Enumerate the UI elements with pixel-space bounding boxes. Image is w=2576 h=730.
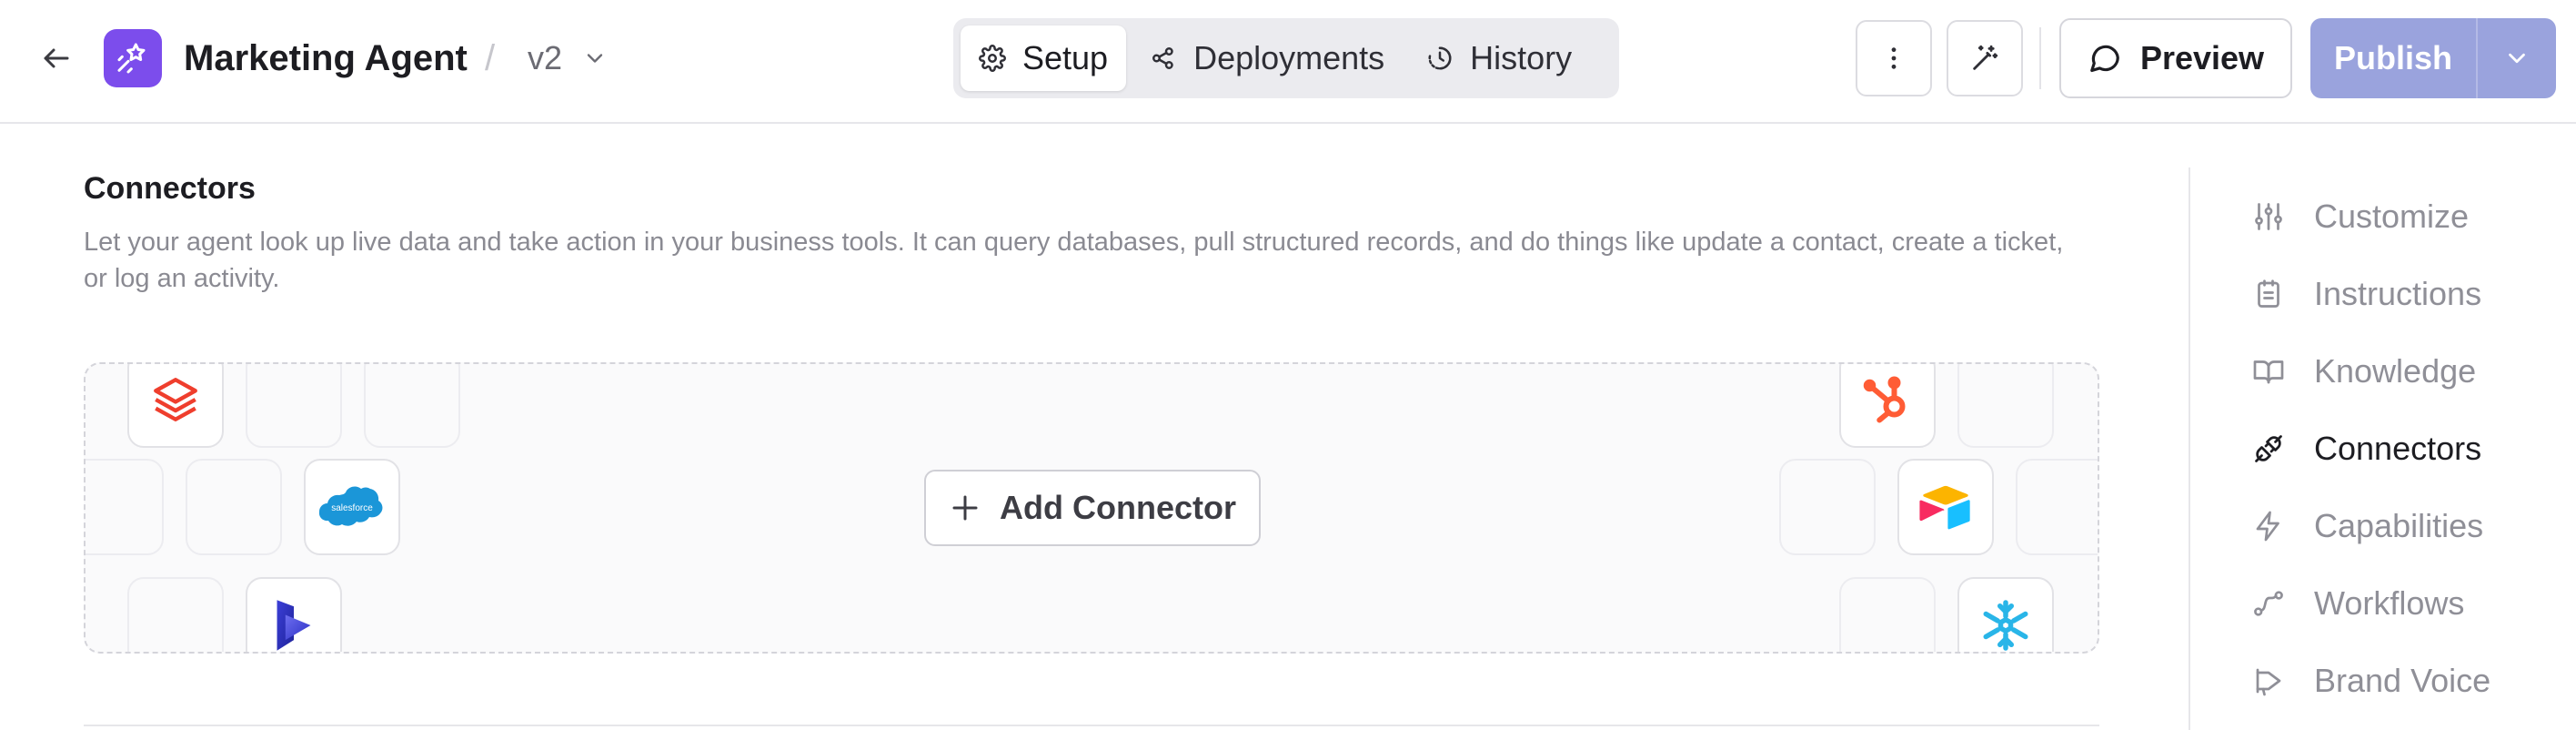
nav-item-brand-voice[interactable]: Brand Voice <box>2250 652 2490 710</box>
share-nodes-icon <box>1152 47 1173 69</box>
magic-wand-button[interactable] <box>1947 20 2023 96</box>
add-connector-label: Add Connector <box>1000 489 1236 526</box>
nav-item-workflows[interactable]: Workflows <box>2250 574 2464 633</box>
airtable-tile <box>1897 459 1994 555</box>
publish-split-button: Publish <box>2310 18 2556 98</box>
databricks-tile <box>127 364 224 448</box>
megaphone-icon <box>2256 668 2281 696</box>
main-tabs: Setup Deployments History <box>953 18 1619 98</box>
nav-item-label: Instructions <box>2314 275 2482 312</box>
airtable-icon <box>1919 485 1970 530</box>
nav-item-label: Workflows <box>2314 584 2465 622</box>
connectors-heading: Connectors <box>84 171 256 206</box>
empty-tile <box>1779 459 1876 555</box>
connector-dropzone: salesforce Add Connector <box>84 362 2099 654</box>
hubspot-tile <box>1839 364 1936 448</box>
tab-deployments[interactable]: Deployments <box>1132 25 1403 91</box>
more-options-button[interactable] <box>1856 20 1932 96</box>
magic-wand-stars-icon <box>117 43 146 74</box>
chat-bubble-icon <box>2090 45 2119 73</box>
empty-tile <box>186 459 282 555</box>
salesforce-wordmark: salesforce <box>331 503 373 513</box>
tab-setup-label: Setup <box>1022 39 1109 76</box>
nav-item-label: Customize <box>2314 198 2470 235</box>
nav-item-knowledge[interactable]: Knowledge <box>2250 342 2476 400</box>
version-selector[interactable]: v2 <box>528 35 608 82</box>
tab-setup[interactable]: Setup <box>961 25 1127 91</box>
workflow-icon <box>2254 591 2283 616</box>
magic-wand-icon <box>1973 45 1998 70</box>
empty-tile <box>1957 364 2054 448</box>
back-button[interactable] <box>35 36 78 80</box>
nav-item-label: Connectors <box>2314 430 2482 467</box>
snowflake-tile <box>1957 577 2054 652</box>
lightning-icon <box>2256 511 2279 542</box>
nav-item-customize[interactable]: Customize <box>2250 188 2469 246</box>
empty-tile <box>1839 577 1936 652</box>
plug-icon <box>2255 435 2282 462</box>
section-divider <box>84 725 2099 726</box>
add-connector-button[interactable]: Add Connector <box>924 470 1261 546</box>
header-divider <box>2039 27 2041 89</box>
tab-history[interactable]: History <box>1408 25 1590 91</box>
arrow-left-icon <box>44 48 69 68</box>
sliders-icon <box>2255 203 2282 230</box>
empty-tile <box>86 459 164 555</box>
empty-tile <box>127 577 224 652</box>
side-nav-divider <box>2189 167 2190 730</box>
preview-button[interactable]: Preview <box>2059 18 2292 98</box>
databricks-icon <box>154 378 197 421</box>
nav-item-label: Knowledge <box>2314 352 2477 390</box>
hubspot-icon <box>1863 376 1906 423</box>
chevron-down-icon <box>2509 53 2525 64</box>
empty-tile <box>246 364 342 448</box>
dynamics-icon <box>277 600 311 651</box>
book-icon <box>2253 360 2284 384</box>
nav-item-instructions[interactable]: Instructions <box>2250 265 2481 323</box>
preview-label: Preview <box>2139 39 2265 76</box>
salesforce-icon: salesforce <box>319 486 383 526</box>
app-logo <box>104 29 162 87</box>
nav-item-connectors[interactable]: Connectors <box>2250 420 2481 478</box>
nav-item-label: Brand Voice <box>2314 662 2491 699</box>
top-bar: Marketing Agent / v2 Setup Deployments H… <box>0 0 2576 124</box>
clipboard-icon <box>2258 279 2279 308</box>
snowflake-icon <box>1983 600 2028 651</box>
more-vertical-icon <box>1891 47 1897 69</box>
nav-item-capabilities[interactable]: Capabilities <box>2250 497 2483 555</box>
plus-icon <box>952 495 978 521</box>
tab-deployments-label: Deployments <box>1193 39 1385 76</box>
salesforce-tile: salesforce <box>304 459 400 555</box>
version-label: v2 <box>528 39 563 76</box>
tab-history-label: History <box>1470 39 1573 76</box>
breadcrumb-separator: / <box>485 38 496 78</box>
empty-tile <box>364 364 460 448</box>
app-title: Marketing Agent <box>184 38 468 78</box>
dynamics-tile <box>246 577 342 652</box>
gear-icon <box>979 45 1006 72</box>
publish-button[interactable]: Publish <box>2310 18 2476 98</box>
nav-item-label: Capabilities <box>2314 507 2484 544</box>
publish-options-button[interactable] <box>2478 18 2556 98</box>
empty-tile <box>2016 459 2098 555</box>
history-clock-icon <box>1428 46 1452 70</box>
chevron-down-icon <box>587 54 603 63</box>
connectors-description: Let your agent look up live data and tak… <box>84 228 2064 293</box>
